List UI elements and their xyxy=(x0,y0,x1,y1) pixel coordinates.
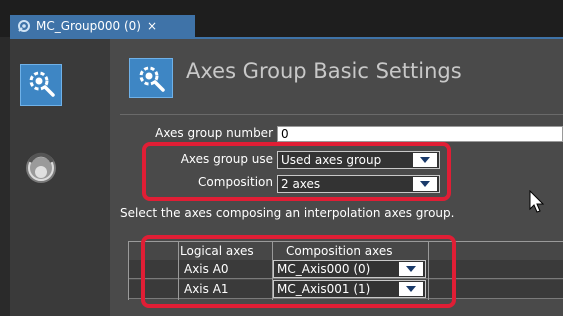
tab-label: MC_Group000 (0) xyxy=(36,19,141,33)
group-number-label: Axes group number xyxy=(155,126,273,140)
close-icon[interactable]: × xyxy=(147,19,157,33)
basic-settings-icon xyxy=(26,68,56,102)
page-title: Axes Group Basic Settings xyxy=(186,59,462,83)
basic-settings-icon xyxy=(129,58,173,98)
axis-settings-icon xyxy=(21,148,61,192)
sidebar-item-axis-settings[interactable] xyxy=(21,150,61,190)
mouse-cursor-icon xyxy=(529,189,545,214)
tab-mc-group000[interactable]: MC_Group000 (0) × xyxy=(10,15,195,37)
axes-help-text: Select the axes composing an interpolati… xyxy=(120,206,455,220)
group-number-field[interactable]: 0 xyxy=(277,126,563,142)
header-divider xyxy=(120,114,563,115)
table-divider xyxy=(128,241,129,300)
sidebar-item-basic-settings[interactable] xyxy=(20,64,62,106)
axes-group-icon xyxy=(16,18,32,34)
table-highlight-box xyxy=(141,235,456,308)
form-highlight-box xyxy=(142,142,451,201)
